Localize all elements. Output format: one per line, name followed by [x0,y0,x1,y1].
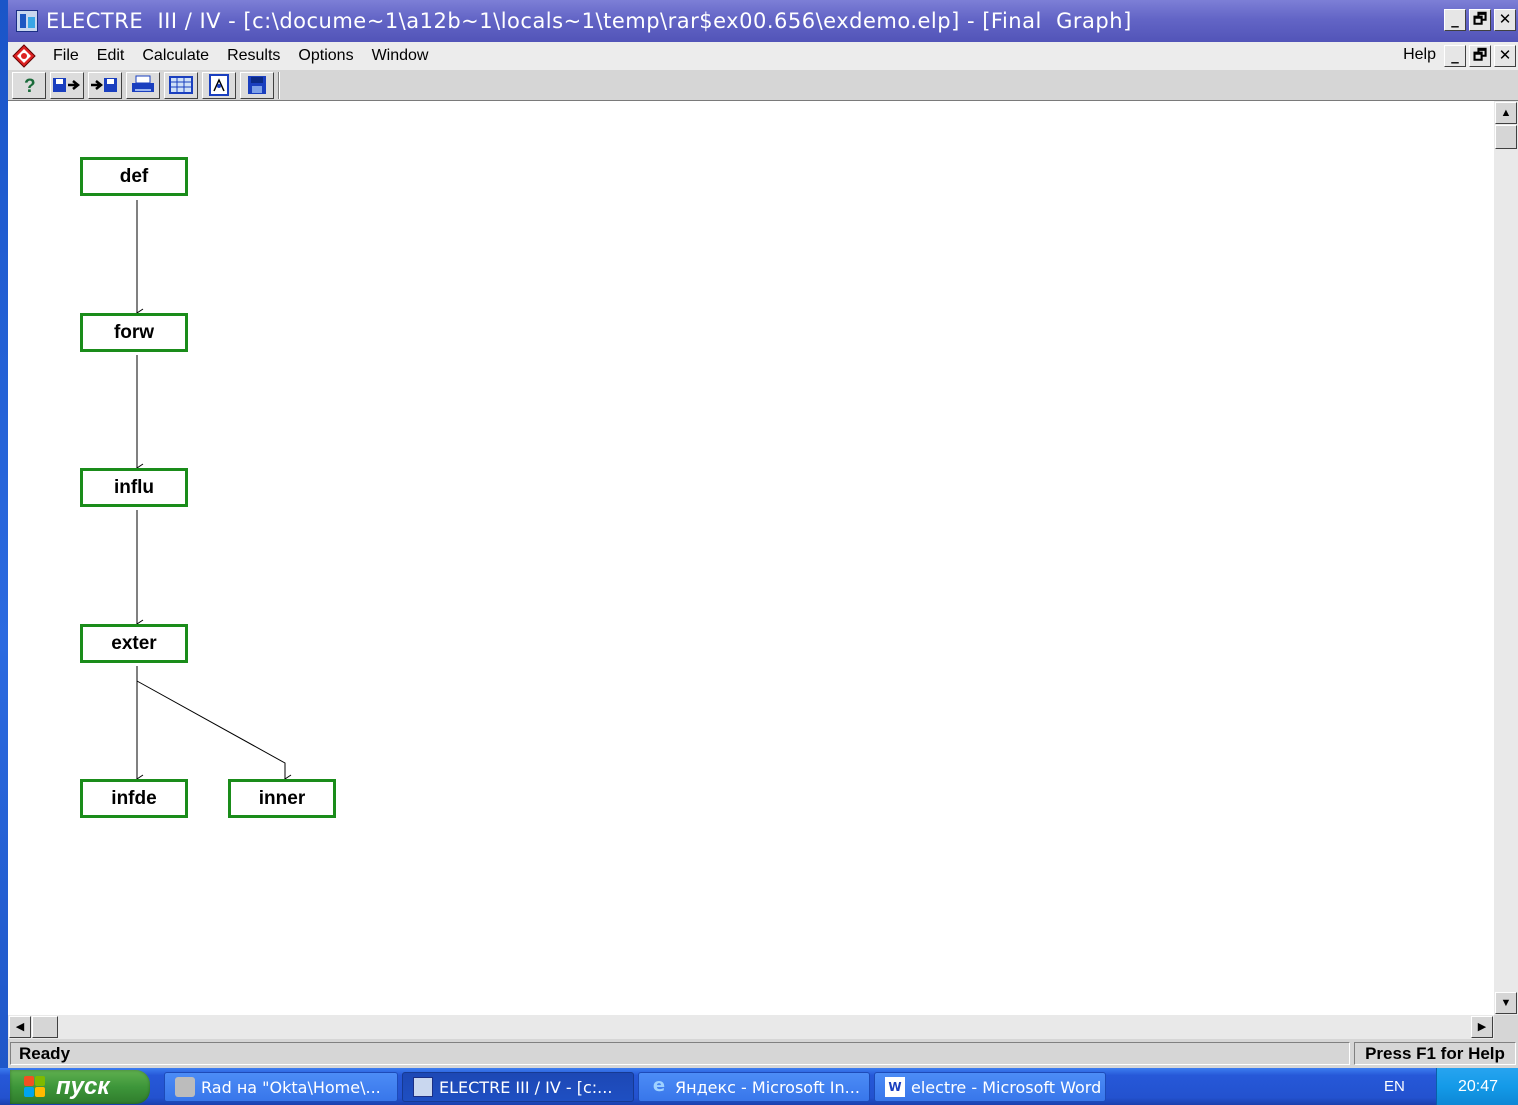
scroll-down-icon[interactable]: ▼ [1495,992,1517,1014]
status-help-hint: Press F1 for Help [1354,1042,1516,1065]
svg-text:?: ? [24,76,36,95]
minimize-button[interactable]: _ [1444,9,1466,31]
scroll-left-icon[interactable]: ◀ [9,1016,31,1038]
menu-help[interactable]: Help [1403,46,1436,64]
taskbar-item-internet-explorer[interactable]: e Яндекс - Microsoft In... [638,1072,870,1102]
node-forw[interactable]: forw [80,313,188,352]
internet-explorer-icon: e [652,1075,666,1096]
node-exter[interactable]: exter [80,624,188,663]
horizontal-scrollbar[interactable]: ◀ ▶ [8,1015,1494,1039]
word-icon: W [885,1077,905,1097]
close-button[interactable]: ✕ [1494,9,1516,31]
node-influ[interactable]: influ [80,468,188,507]
menu-calculate[interactable]: Calculate [133,47,218,65]
taskbar-item-label: Rad на "Okta\Home\... [201,1077,381,1097]
clock[interactable]: 20:47 [1458,1078,1498,1096]
node-infde[interactable]: infde [80,779,188,818]
start-button[interactable]: пуск [10,1070,150,1104]
help-icon[interactable]: ? [12,71,46,99]
taskbar-item-network-drive[interactable]: Rad на "Okta\Home\... [164,1072,398,1102]
electre-app-icon [413,1077,433,1097]
doc-restore-button[interactable]: 🗗 [1469,45,1491,67]
scroll-corner [1494,1015,1518,1039]
system-tray: 20:47 [1436,1068,1518,1105]
menu-bar: File Edit Calculate Results Options Wind… [8,42,1518,70]
import-icon[interactable] [88,71,122,99]
save-export-icon[interactable] [50,71,84,99]
graph-edges [136,200,292,784]
window-title: ELECTRE III / IV - [c:\docume~1\a12b~1\l… [46,9,1132,33]
menu-window[interactable]: Window [363,47,438,65]
language-indicator[interactable]: EN [1384,1078,1405,1095]
doc-close-button[interactable]: ✕ [1494,45,1516,67]
toolbar-separator [278,71,280,99]
taskbar-item-word[interactable]: W electre - Microsoft Word [874,1072,1106,1102]
disk-icon[interactable] [240,71,274,99]
taskbar-item-label: electre - Microsoft Word [911,1077,1102,1097]
toolbar: ? [8,70,1518,101]
chart-doc-icon[interactable] [202,71,236,99]
node-inner[interactable]: inner [228,779,336,818]
menu-edit[interactable]: Edit [88,47,134,65]
menu-file[interactable]: File [44,47,88,65]
title-bar[interactable]: ELECTRE III / IV - [c:\docume~1\a12b~1\l… [8,0,1518,42]
restore-button[interactable]: 🗗 [1469,9,1491,31]
menu-options[interactable]: Options [289,47,362,65]
vertical-scrollbar[interactable]: ▲ ▼ [1494,101,1518,1015]
edge-exter-inner [136,680,292,784]
start-label: пуск [56,1073,110,1100]
table-icon[interactable] [164,71,198,99]
graph-canvas[interactable]: def forw influ exter infde inner [8,101,1494,1015]
taskbar-item-label: ELECTRE III / IV - [c:... [439,1077,613,1097]
print-icon[interactable] [126,71,160,99]
network-drive-icon [175,1077,195,1097]
app-icon[interactable] [16,10,38,32]
status-text: Ready [10,1042,1350,1065]
windows-logo-icon [24,1076,46,1098]
node-def[interactable]: def [80,157,188,196]
desktop-edge [0,0,8,1068]
vertical-scroll-thumb[interactable] [1495,125,1517,149]
document-logo-icon[interactable] [12,44,36,68]
horizontal-scroll-thumb[interactable] [32,1016,58,1038]
scroll-right-icon[interactable]: ▶ [1471,1016,1493,1038]
scroll-up-icon[interactable]: ▲ [1495,102,1517,124]
taskbar-item-electre[interactable]: ELECTRE III / IV - [c:... [402,1072,634,1102]
taskbar-item-label: Яндекс - Microsoft In... [675,1077,860,1097]
menu-results[interactable]: Results [218,47,289,65]
status-bar: Ready Press F1 for Help [8,1039,1518,1068]
doc-minimize-button[interactable]: _ [1444,45,1466,67]
taskbar: пуск Rad на "Okta\Home\... ELECTRE III /… [0,1068,1518,1105]
